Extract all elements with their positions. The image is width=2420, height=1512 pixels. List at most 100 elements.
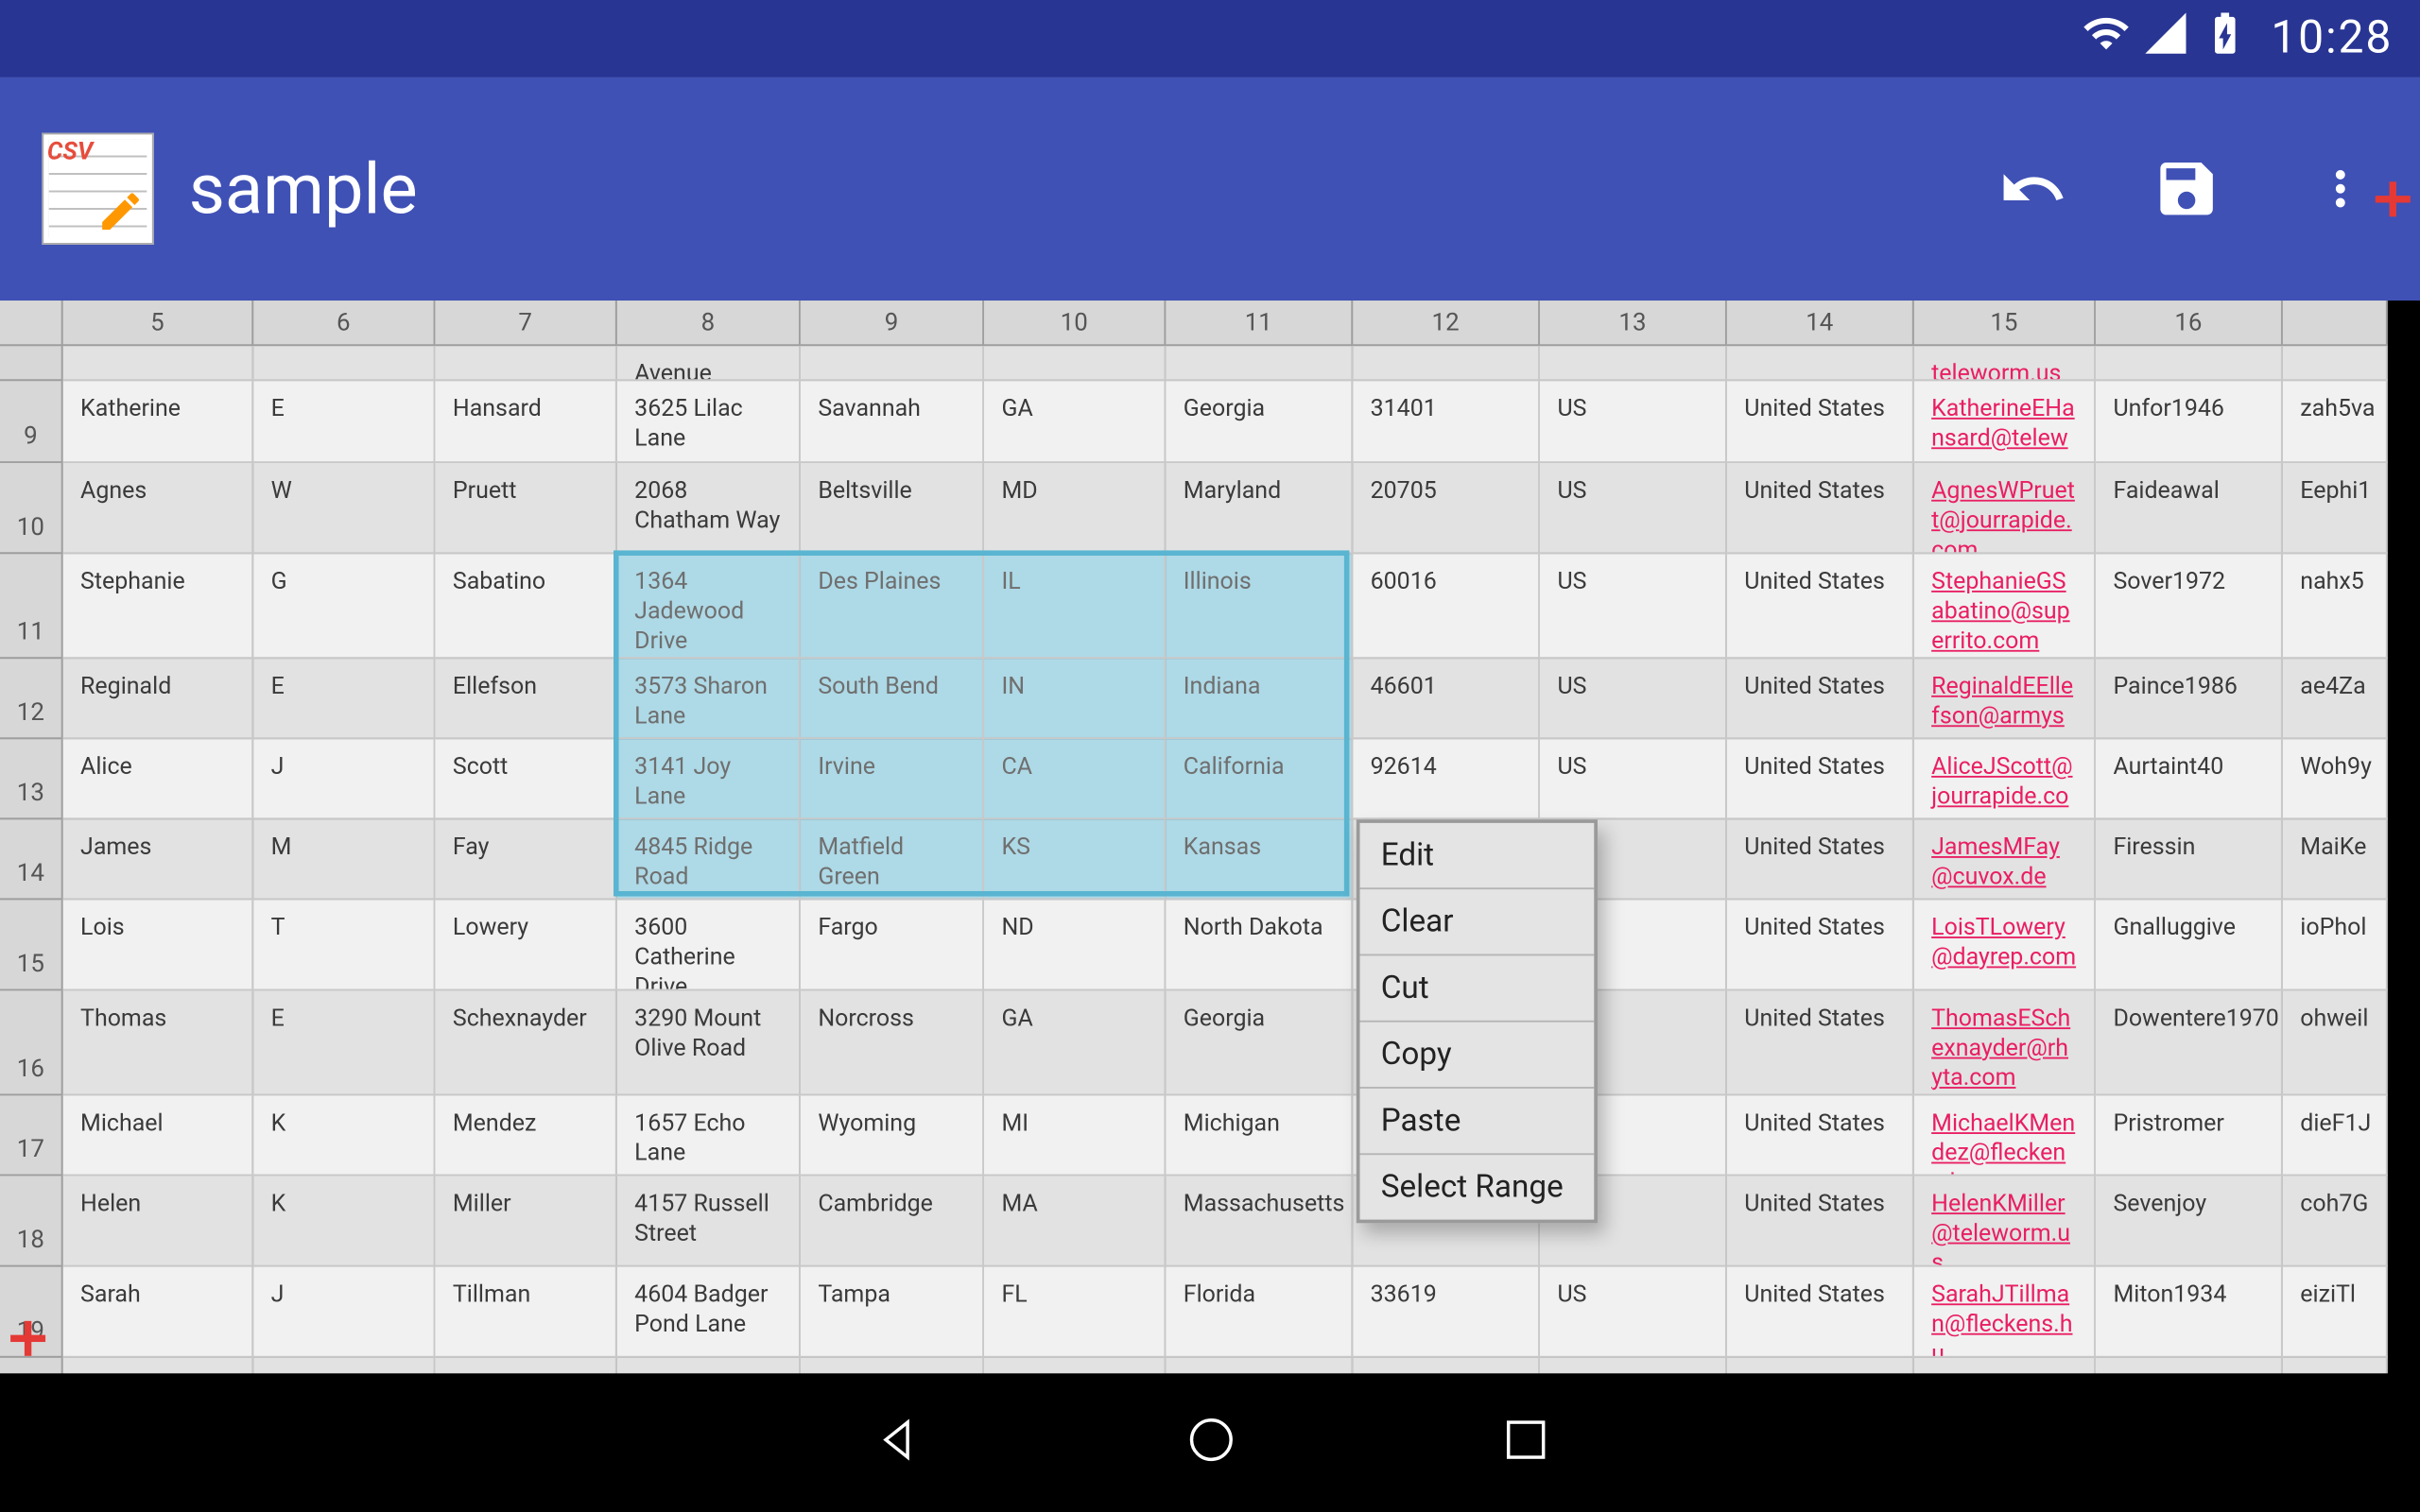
cell[interactable]: Fay [435,819,616,900]
context-menu-item[interactable]: Edit [1360,823,1595,889]
cell[interactable]: Pristromer [2096,1095,2283,1176]
cell[interactable]: Aurtaint40 [2096,739,2283,819]
cell[interactable]: 31401 [1353,381,1540,463]
cell[interactable]: United States [1727,739,1914,819]
cell[interactable]: CA [984,739,1166,819]
cell[interactable]: United States [1727,463,1914,554]
cell[interactable]: Stephanie [63,554,254,659]
cell[interactable]: ThomasESchexnayder@rhyta.com [1914,990,2096,1095]
cell[interactable]: JamesMFay@cuvox.de [1914,819,2096,900]
cell[interactable]: South Bend [801,659,984,739]
cell[interactable]: G [253,554,435,659]
cell[interactable]: E [253,990,435,1095]
cell[interactable]: United States [1727,1176,1914,1266]
recents-button[interactable] [1499,1414,1551,1473]
row-header[interactable]: 18 [0,1176,63,1266]
cell[interactable]: Avenue [617,346,801,381]
cell[interactable]: IL [984,554,1166,659]
cell[interactable]: 4157 Russell Street [617,1176,801,1266]
cell[interactable]: North Dakota [1166,900,1353,990]
cell[interactable]: GA [984,990,1166,1095]
cell[interactable]: Florida [1166,1267,1353,1358]
cell[interactable]: United States [1727,554,1914,659]
column-header[interactable]: 12 [1353,301,1540,346]
cell[interactable]: 92614 [1353,739,1540,819]
cell[interactable] [801,346,984,381]
cell[interactable]: 60016 [1353,554,1540,659]
cell[interactable]: KatherineEHansard@teleworm.us [1914,381,2096,463]
context-menu-item[interactable]: Clear [1360,889,1595,955]
cell[interactable]: nahx5 [2283,554,2388,659]
cell[interactable]: Gnalluggive [2096,900,2283,990]
cell[interactable]: GA [984,381,1166,463]
column-header[interactable]: 5 [63,301,254,346]
cell[interactable]: US [1540,659,1727,739]
cell[interactable]: LoisTLowery@dayrep.com [1914,900,2096,990]
cell[interactable]: K [253,1095,435,1176]
cell[interactable]: Beltsville [801,463,984,554]
cell[interactable]: M [253,819,435,900]
cell[interactable]: US [1540,463,1727,554]
cell[interactable]: Paince1986 [2096,659,2283,739]
cell[interactable]: Michigan [1166,1095,1353,1176]
cell[interactable]: 1364 Jadewood Drive [617,554,801,659]
cell[interactable]: eiziTl [2283,1267,2388,1358]
row-header[interactable]: 17 [0,1095,63,1176]
cell[interactable]: Fargo [801,900,984,990]
cell[interactable]: 3141 Joy Lane [617,739,801,819]
cell[interactable]: FL [984,1267,1166,1358]
cell[interactable] [984,346,1166,381]
row-header[interactable]: 11 [0,554,63,659]
cell[interactable]: Irvine [801,739,984,819]
cell[interactable]: United States [1727,381,1914,463]
cell[interactable]: 1657 Echo Lane [617,1095,801,1176]
cell[interactable]: J [253,1267,435,1358]
cell[interactable]: US [1540,554,1727,659]
cell[interactable]: K [253,1176,435,1266]
cell[interactable]: Georgia [1166,381,1353,463]
cell[interactable]: J [253,739,435,819]
cell[interactable]: Wyoming [801,1095,984,1176]
row-header[interactable]: 14 [0,819,63,900]
cell[interactable]: Tillman [435,1267,616,1358]
column-header[interactable]: 7 [435,301,616,346]
cell[interactable]: United States [1727,900,1914,990]
column-header[interactable]: 11 [1166,301,1353,346]
cell[interactable] [435,346,616,381]
cell[interactable]: SarahJTillman@fleckens.hu [1914,1267,2096,1358]
cell[interactable]: Matfield Green [801,819,984,900]
cell[interactable]: Massachusetts [1166,1176,1353,1266]
cell[interactable]: AliceJScott@jourrapide.com [1914,739,2096,819]
cell[interactable]: United States [1727,819,1914,900]
cell[interactable]: Reginald [63,659,254,739]
cell[interactable] [63,346,254,381]
cell[interactable]: Cambridge [801,1176,984,1266]
row-header[interactable]: 12 [0,659,63,739]
cell[interactable] [1353,346,1540,381]
cell[interactable]: ae4Za [2283,659,2388,739]
cell[interactable]: Firessin [2096,819,2283,900]
add-column-button[interactable] [2368,175,2417,224]
cell[interactable]: Michael [63,1095,254,1176]
cell[interactable]: Helen [63,1176,254,1266]
cell[interactable]: 3290 Mount Olive Road [617,990,801,1095]
cell[interactable]: 2068 Chatham Way [617,463,801,554]
cell[interactable]: Schexnayder [435,990,616,1095]
cell[interactable]: Woh9y [2283,739,2388,819]
column-header[interactable]: 10 [984,301,1166,346]
cell[interactable]: Faideawal [2096,463,2283,554]
cell[interactable]: 4845 Ridge Road [617,819,801,900]
overflow-menu-button[interactable] [2302,150,2378,227]
cell[interactable]: Katherine [63,381,254,463]
cell[interactable]: IN [984,659,1166,739]
cell[interactable]: Tampa [801,1267,984,1358]
cell[interactable]: 46601 [1353,659,1540,739]
row-header[interactable]: 15 [0,900,63,990]
cell[interactable]: Sover1972 [2096,554,2283,659]
cell[interactable]: Georgia [1166,990,1353,1095]
cell[interactable]: Indiana [1166,659,1353,739]
home-button[interactable] [1184,1414,1236,1473]
cell[interactable]: Pruett [435,463,616,554]
cell[interactable]: Lowery [435,900,616,990]
cell[interactable]: MA [984,1176,1166,1266]
